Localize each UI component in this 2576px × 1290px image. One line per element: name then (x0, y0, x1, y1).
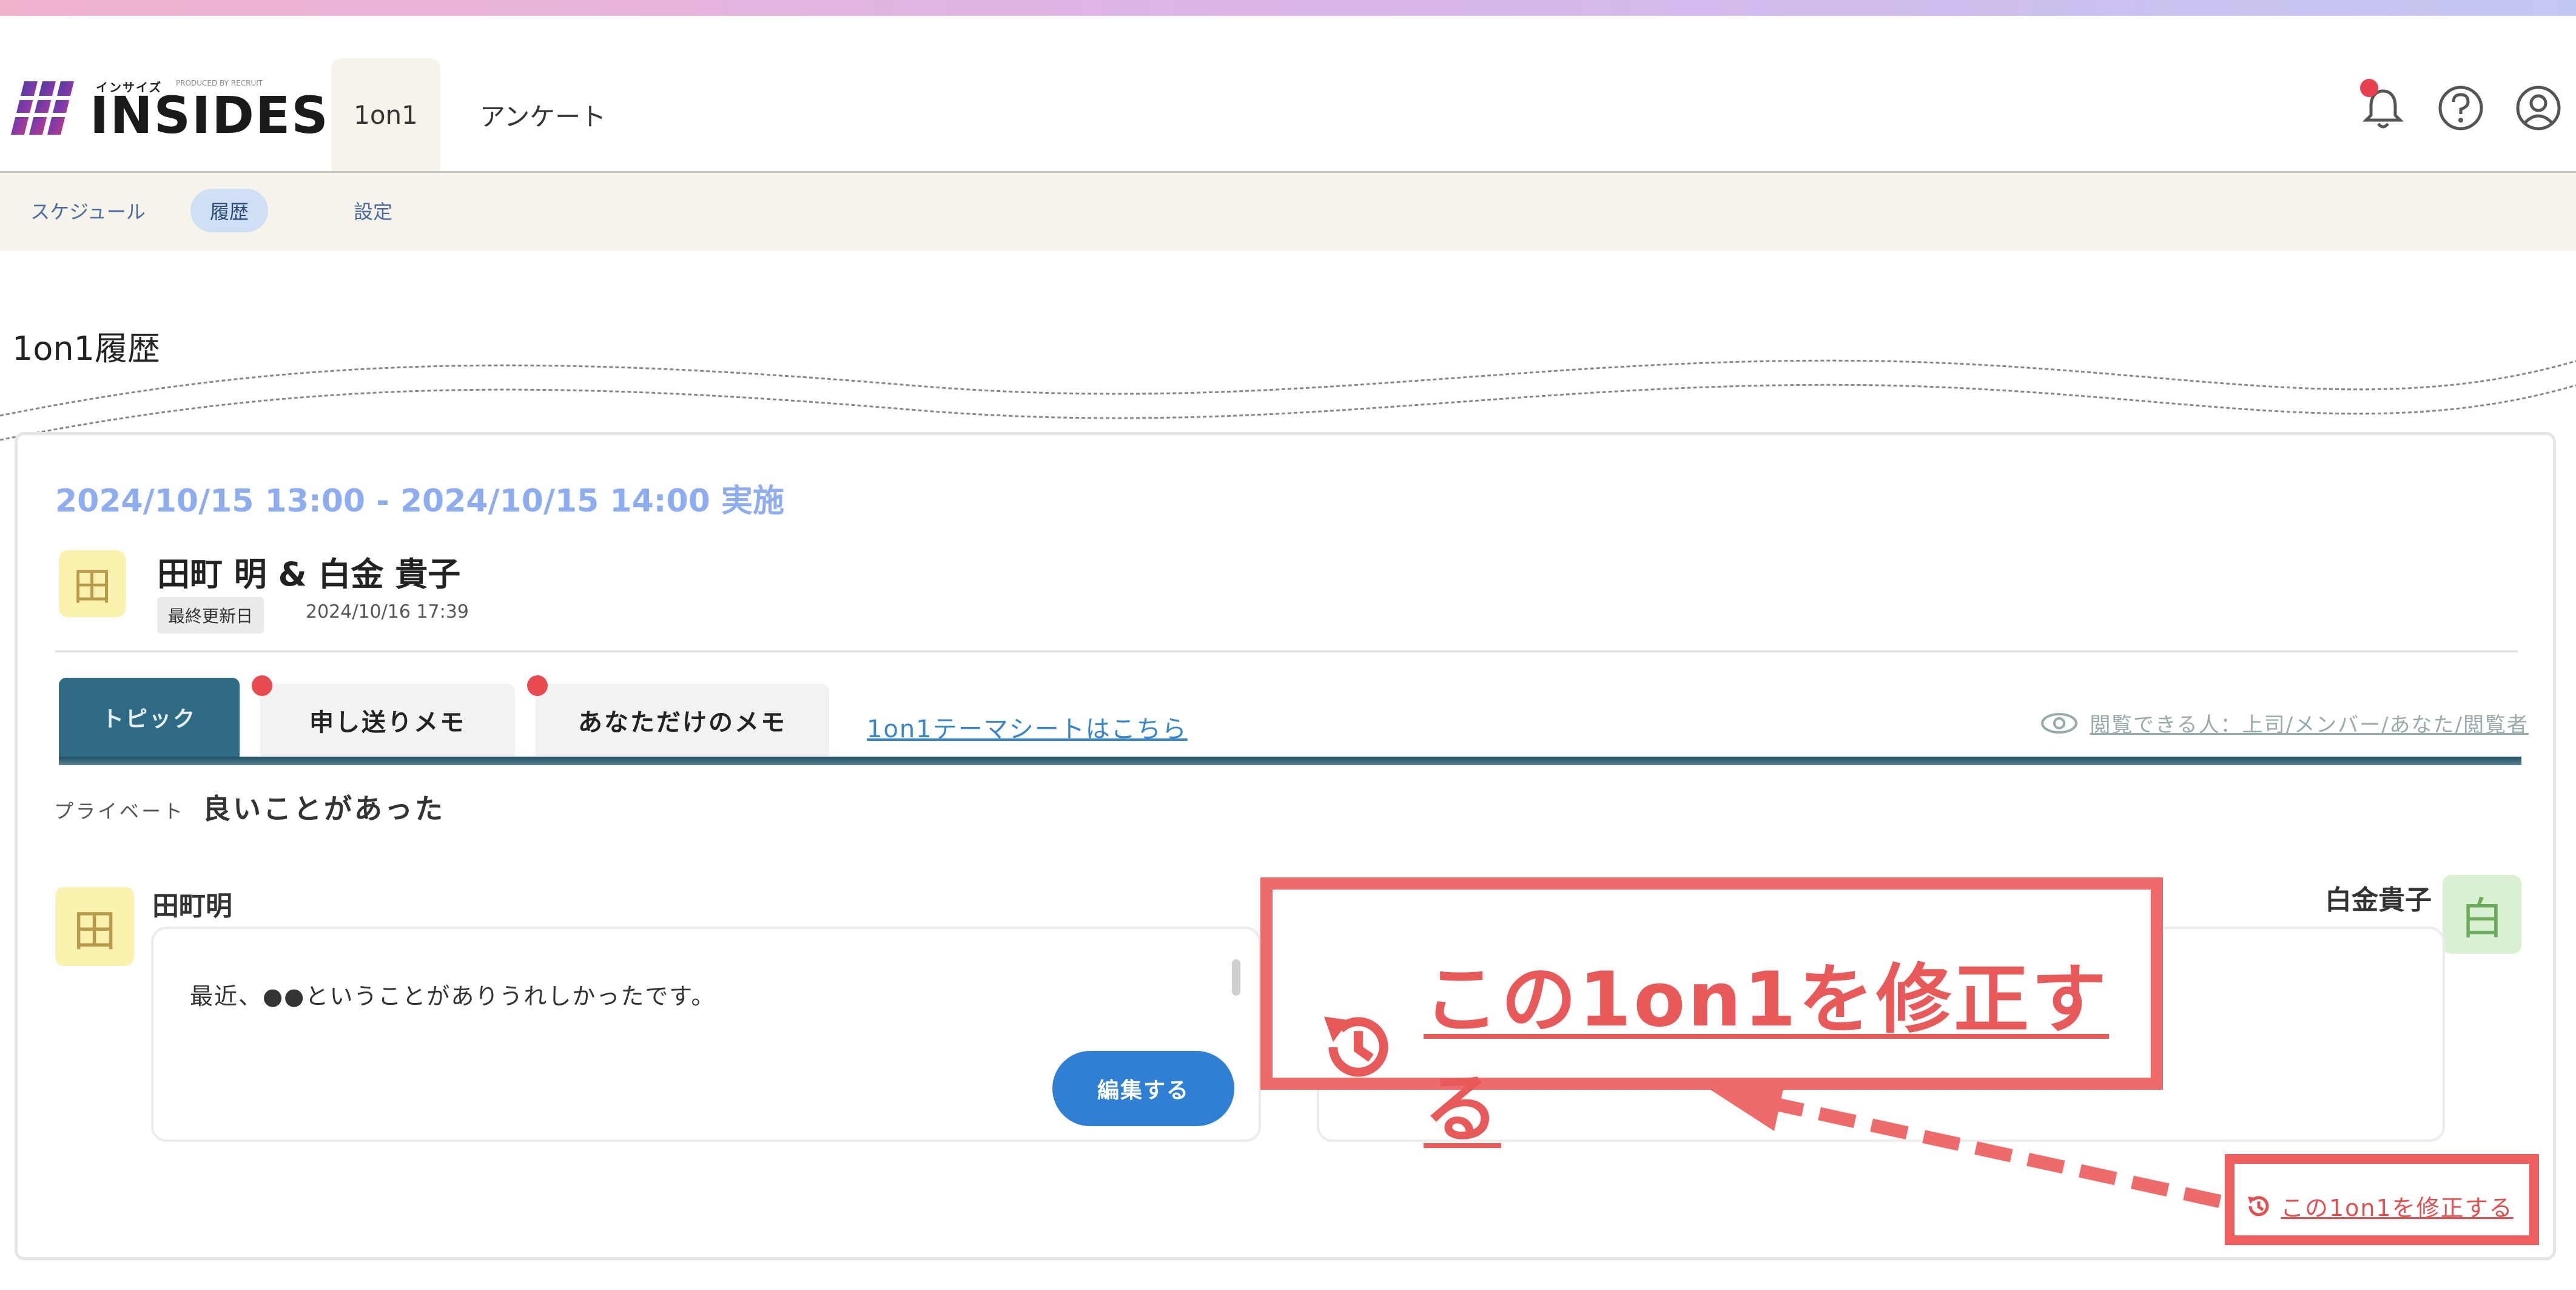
callout-content: この1on1を修正する (1315, 938, 2151, 1157)
annotation-callout: この1on1を修正する (1260, 877, 2163, 1153)
annotation-arrow (1710, 1075, 2222, 1208)
history-icon (1323, 1016, 1388, 1077)
callout-text: この1on1を修正する (1423, 956, 2109, 1153)
